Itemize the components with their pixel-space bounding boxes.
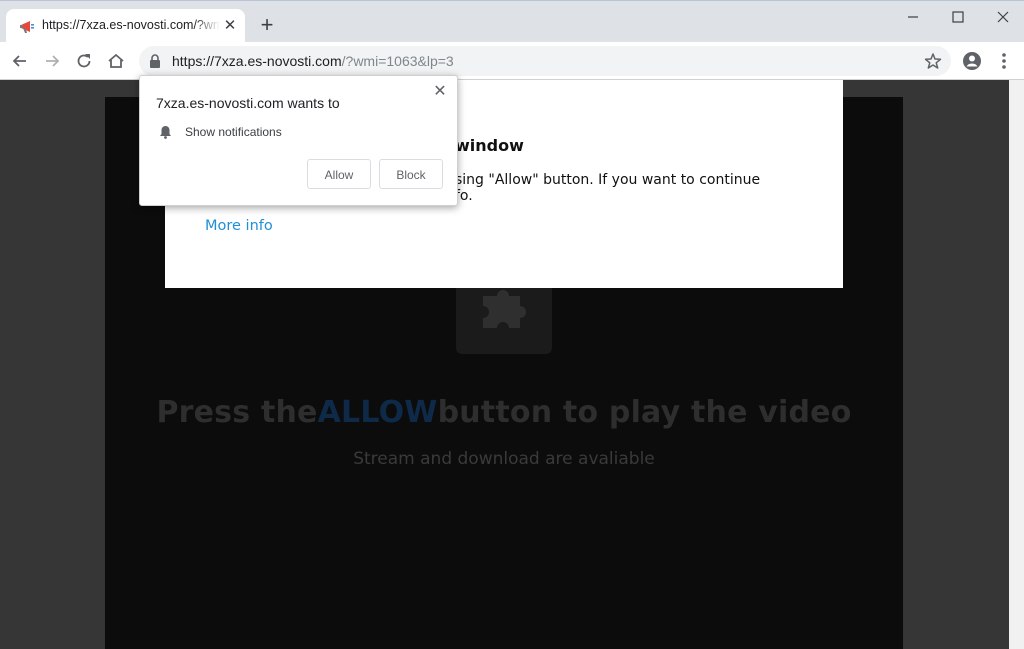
home-icon[interactable] <box>106 51 126 71</box>
headline-suffix: button to play the video <box>437 395 852 430</box>
url-query: /?wmi=1063&lp=3 <box>341 53 454 69</box>
permission-label: Show notifications <box>185 125 282 139</box>
active-tab[interactable]: https://7xza.es-novosti.com/?wmi=1063&lp… <box>6 9 245 43</box>
prompt-close-icon[interactable]: ✕ <box>432 84 448 100</box>
headline-allow-word: ALLOW <box>317 395 438 430</box>
url-host: https://7xza.es-novosti.com <box>172 53 342 69</box>
minimize-icon[interactable] <box>898 7 928 27</box>
forward-arrow-icon[interactable] <box>42 51 62 71</box>
new-tab-button[interactable]: + <box>256 14 278 36</box>
bell-icon <box>159 125 172 139</box>
allow-button[interactable]: Allow <box>307 159 371 189</box>
back-arrow-icon[interactable] <box>10 51 30 71</box>
url-text[interactable]: https://7xza.es-novosti.com/?wmi=1063&lp… <box>172 53 454 69</box>
address-bar[interactable]: https://7xza.es-novosti.com/?wmi=1063&lp… <box>139 46 951 76</box>
puzzle-piece-icon <box>480 284 530 334</box>
maximize-icon[interactable] <box>943 7 973 27</box>
reload-icon[interactable] <box>74 51 94 71</box>
more-info-link[interactable]: More info <box>205 218 273 234</box>
block-button[interactable]: Block <box>379 159 443 189</box>
stream-subline: Stream and download are avaliable <box>353 449 655 469</box>
page-scrollbar[interactable] <box>1009 80 1024 649</box>
megaphone-icon <box>18 18 36 36</box>
bookmark-star-icon[interactable] <box>924 52 942 70</box>
notification-permission-prompt: 7xza.es-novosti.com wants to ✕ Show noti… <box>139 75 458 206</box>
prompt-title: 7xza.es-novosti.com wants to <box>156 95 340 111</box>
headline-prefix: Press the <box>156 395 318 430</box>
close-window-icon[interactable] <box>988 7 1018 27</box>
modal-body-line-1: sing "Allow" button. If you want to cont… <box>455 172 761 188</box>
more-menu-icon[interactable] <box>996 51 1012 71</box>
tab-close-icon[interactable]: ✕ <box>222 18 238 34</box>
tab-title: https://7xza.es-novosti.com/?wmi=1063&lp… <box>42 18 220 32</box>
profile-avatar-icon[interactable] <box>962 51 982 71</box>
lock-icon[interactable] <box>149 54 161 68</box>
modal-title-text: window <box>455 136 524 155</box>
play-video-headline: Press theALLOWbutton to play the video <box>105 395 903 430</box>
tab-strip: https://7xza.es-novosti.com/?wmi=1063&lp… <box>0 0 1024 43</box>
